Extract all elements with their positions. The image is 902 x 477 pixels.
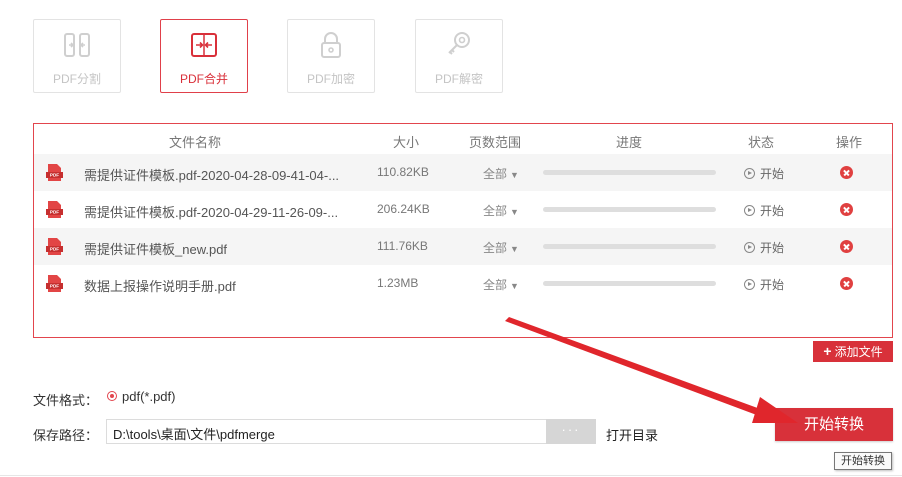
header-progress: 进度 (616, 135, 643, 150)
header-size: 大小 (393, 135, 420, 150)
table-row[interactable]: PDF 数据上报操作说明手册.pdf 1.23MB 全部 ▼ 开始 (34, 265, 892, 302)
caret-down-icon: ▼ (510, 170, 519, 180)
file-list-panel: 文件名称 大小 页数范围 进度 状态 操作 PDF 需提供证件模板.pdf-20… (33, 123, 893, 338)
tool-pdf-encrypt[interactable]: PDF加密 (287, 19, 375, 93)
caret-down-icon: ▼ (510, 244, 519, 254)
page-range-select[interactable]: 全部 ▼ (483, 276, 519, 293)
file-name: 需提供证件模板.pdf-2020-04-29-11-26-09-... (84, 205, 339, 220)
merge-icon (191, 33, 217, 57)
table-row[interactable]: PDF 需提供证件模板.pdf-2020-04-29-11-26-09-... … (34, 191, 892, 228)
header-name: 文件名称 (169, 135, 222, 150)
format-value: pdf(*.pdf) (122, 389, 176, 404)
add-file-label: 添加文件 (834, 345, 883, 359)
start-button[interactable]: 开始 (744, 165, 784, 182)
pdf-file-icon: PDF (46, 238, 63, 255)
play-icon (744, 168, 755, 179)
delete-icon[interactable] (840, 203, 853, 216)
save-path-label: 保存路径： (33, 428, 99, 443)
plus-icon: + (823, 343, 832, 359)
page-range-value: 全部 (483, 278, 508, 292)
progress-bar (543, 244, 716, 249)
start-button[interactable]: 开始 (744, 239, 784, 256)
play-icon (744, 205, 755, 216)
start-button[interactable]: 开始 (744, 202, 784, 219)
page-range-value: 全部 (483, 241, 508, 255)
tooltip: 开始转换 (834, 452, 892, 470)
file-size: 111.76KB (377, 239, 428, 253)
file-size: 110.82KB (377, 165, 429, 179)
browse-button[interactable]: ··· (546, 419, 596, 444)
delete-icon[interactable] (840, 166, 853, 179)
progress-bar (543, 207, 716, 212)
header-action: 操作 (836, 135, 863, 150)
key-icon (448, 32, 470, 55)
file-size: 206.24KB (377, 202, 430, 216)
tool-pdf-merge[interactable]: PDF合并 (160, 19, 248, 93)
start-label: 开始 (760, 167, 785, 181)
table-row[interactable]: PDF 需提供证件模板.pdf-2020-04-28-09-41-04-... … (34, 154, 892, 191)
file-name: 数据上报操作说明手册.pdf (84, 279, 236, 294)
file-size: 1.23MB (377, 276, 419, 290)
table-header: 文件名称 大小 页数范围 进度 状态 操作 (34, 124, 892, 155)
file-name: 需提供证件模板.pdf-2020-04-28-09-41-04-... (84, 168, 340, 183)
open-directory-link[interactable]: 打开目录 (606, 425, 658, 444)
page-range-select[interactable]: 全部 ▼ (483, 165, 519, 182)
svg-text:PDF: PDF (50, 247, 59, 252)
tool-label: PDF解密 (434, 72, 483, 86)
file-name: 需提供证件模板_new.pdf (84, 242, 228, 257)
divider (0, 475, 902, 476)
caret-down-icon: ▼ (510, 207, 519, 217)
progress-bar (543, 170, 716, 175)
page-range-select[interactable]: 全部 ▼ (483, 239, 519, 256)
start-label: 开始 (760, 204, 785, 218)
pdf-file-icon: PDF (46, 164, 63, 181)
svg-text:PDF: PDF (50, 284, 59, 289)
format-label: 文件格式： (33, 393, 99, 408)
play-icon (744, 242, 755, 253)
start-label: 开始 (760, 241, 785, 255)
table-row[interactable]: PDF 需提供证件模板_new.pdf 111.76KB 全部 ▼ 开始 (34, 228, 892, 265)
tool-label: PDF加密 (306, 72, 355, 86)
start-label: 开始 (760, 278, 785, 292)
delete-icon[interactable] (840, 240, 853, 253)
svg-text:PDF: PDF (50, 210, 59, 215)
tool-label: PDF分割 (52, 72, 101, 86)
page-range-select[interactable]: 全部 ▼ (483, 202, 519, 219)
pdf-file-icon: PDF (46, 275, 63, 292)
pdf-file-icon: PDF (46, 201, 63, 218)
page-range-value: 全部 (483, 167, 508, 181)
progress-bar (543, 281, 716, 286)
play-icon (744, 279, 755, 290)
tool-pdf-split[interactable]: PDF分割 (33, 19, 121, 93)
start-button[interactable]: 开始 (744, 276, 784, 293)
save-path-input[interactable]: D:\tools\桌面\文件\pdfmerge (106, 419, 546, 444)
svg-text:PDF: PDF (50, 173, 59, 178)
header-range: 页数范围 (469, 135, 522, 150)
delete-icon[interactable] (840, 277, 853, 290)
add-file-button[interactable]: + 添加文件 (813, 341, 893, 362)
page-range-value: 全部 (483, 204, 508, 218)
caret-down-icon: ▼ (510, 281, 519, 291)
tool-pdf-decrypt[interactable]: PDF解密 (415, 19, 503, 93)
format-radio[interactable] (107, 391, 117, 401)
header-status: 状态 (748, 135, 775, 150)
lock-icon (321, 32, 341, 58)
start-convert-button[interactable]: 开始转换 (775, 408, 893, 441)
tool-label: PDF合并 (179, 72, 228, 86)
split-icon (64, 33, 90, 57)
